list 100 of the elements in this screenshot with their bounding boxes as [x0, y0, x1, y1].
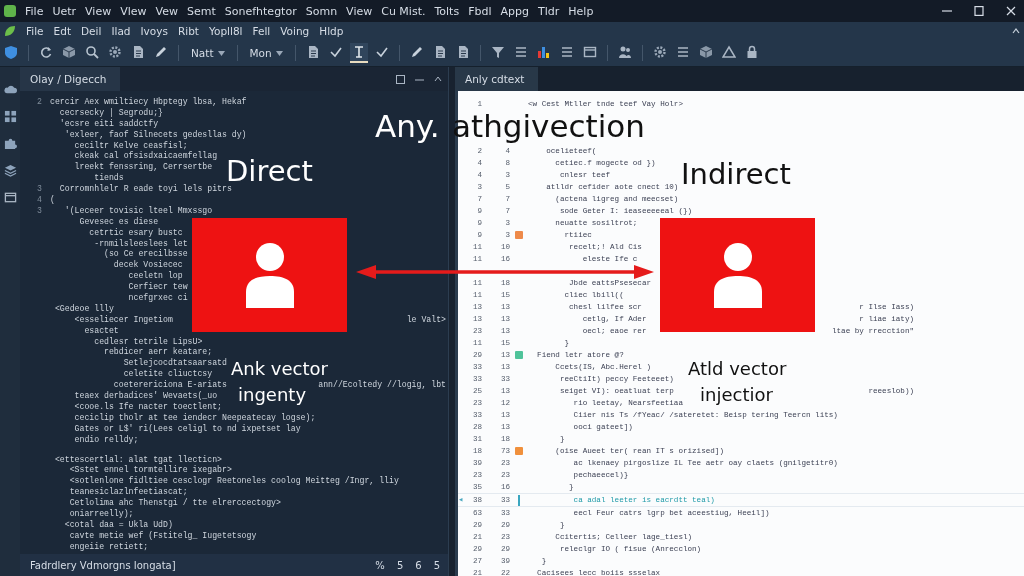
code-line: <cooe.ls Ife nacter toectlent; [73, 401, 222, 413]
bar-chart-icon[interactable] [536, 45, 551, 59]
list-icon[interactable] [559, 45, 574, 59]
code-line: tiends [93, 173, 124, 184]
cube-icon[interactable] [698, 45, 713, 59]
collapse-icon[interactable] [1012, 28, 1020, 34]
menu-item[interactable]: Cu Mist. [381, 4, 426, 18]
puzzle-icon[interactable] [3, 137, 17, 150]
menu-item[interactable]: Ilad [111, 25, 131, 37]
filter-icon[interactable] [490, 45, 505, 59]
code-line: ( [50, 195, 55, 206]
pencil-icon[interactable] [154, 45, 168, 59]
leaf-icon [4, 25, 16, 37]
menu-item[interactable]: Ribt [177, 25, 199, 37]
people-icon[interactable] [617, 45, 632, 59]
code-line: ceciltr Kelve ceasfisl; [73, 140, 188, 151]
window-icon[interactable] [582, 45, 597, 59]
checkmark-icon[interactable] [374, 45, 389, 59]
code-line: <sotlenlone fidltiee cesclogr Reetoneles coolog Meitteg /Ingr, lliy [68, 476, 399, 487]
status-text: Fadrdlery Vdmorgns Iongata] [30, 559, 176, 571]
editor-tab[interactable]: Olay / Digecch [20, 67, 121, 91]
node-caption: injectior [700, 384, 773, 405]
list-icon[interactable] [675, 45, 690, 59]
menu-item[interactable]: Ivoys [140, 25, 168, 37]
menu-item[interactable]: Somn [305, 4, 338, 18]
collapse-icon[interactable] [434, 76, 442, 82]
menu-item[interactable]: Hldp [319, 25, 344, 37]
layers-icon[interactable] [3, 164, 17, 177]
checkmark-icon[interactable] [328, 45, 343, 59]
code-line: <esseliecer Ingetiom [73, 314, 173, 326]
menu-item[interactable]: Vew [155, 4, 178, 18]
maximize-icon[interactable] [974, 6, 984, 16]
menu-item[interactable]: Fell [252, 25, 271, 37]
menu-item[interactable]: File [25, 4, 44, 18]
code-line: '(Leceer tovisic lteel Mmxssgo [63, 205, 213, 217]
diagram-heading: Any. [375, 108, 440, 144]
shield-icon[interactable] [4, 45, 18, 59]
code-line: ann//Ecoltedy //logig, lbt [318, 380, 446, 392]
status-indicator[interactable]: 5 [433, 559, 440, 571]
status-indicator[interactable]: 5 [396, 559, 404, 571]
code-line: ncefgrxec ci [127, 293, 188, 304]
menu-item[interactable]: Edt [53, 25, 71, 37]
menu-item[interactable]: Yopll8l [208, 25, 243, 37]
list-icon[interactable] [513, 45, 528, 59]
menu-item[interactable]: View [85, 4, 112, 18]
menu-item[interactable]: Tolts [434, 4, 460, 18]
menu-item[interactable]: Sonefhtegtor [224, 4, 297, 18]
menu-item[interactable]: View [346, 4, 373, 18]
status-indicator[interactable]: % [375, 559, 385, 571]
code-line: cavte metie wef (Fstitelg_ Iugetetsogy [68, 530, 257, 542]
menu-item[interactable]: Deil [81, 25, 102, 37]
code-line: Gevesec es diese [78, 216, 159, 228]
menu-item[interactable]: Appg [500, 4, 529, 18]
window-icon[interactable] [3, 191, 17, 204]
toolbar-dropdown[interactable]: Mon [245, 45, 287, 61]
refresh-icon[interactable] [39, 45, 53, 59]
code-line: <Gedeoe llly [53, 303, 114, 315]
menu-item[interactable]: Help [568, 4, 594, 18]
code-line: endio relldy; [73, 434, 139, 446]
menu-item[interactable]: Uetr [52, 4, 77, 18]
menu-item[interactable]: Fbdl [468, 4, 492, 18]
settings-icon[interactable] [108, 45, 122, 59]
grid-icon[interactable] [3, 110, 17, 123]
code-line: celetite cliuctcsy [122, 369, 213, 380]
settings-icon[interactable] [652, 45, 667, 59]
code-line: oniarreelly); [68, 508, 134, 520]
menu-item[interactable]: Voing [280, 25, 310, 37]
triangle-icon[interactable] [721, 45, 736, 59]
menu-item[interactable]: Vlew [120, 4, 147, 18]
code-line: teaex derbadices' Wevaets(_uo [73, 391, 218, 402]
code-line: <cotal daa = Ukla UdD) [63, 519, 173, 531]
menu-item[interactable]: Semt [187, 4, 216, 18]
pencil-icon[interactable] [409, 45, 424, 59]
code-line: (so Ce erecilbsse [103, 249, 188, 260]
code-line: Gates or L$' ri(Lees celigl to nd ixpetset lay [73, 423, 301, 435]
editor-tab[interactable]: Anly cdtext [455, 67, 539, 91]
code-line: cecrsecky | Segrodu;} [58, 107, 163, 119]
code-line: Corromnhlelr R eade toyi lels pitrs [58, 184, 232, 195]
status-indicator[interactable]: 6 [415, 559, 422, 571]
menu-item[interactable]: File [26, 25, 44, 37]
code-line: teanesiclazlnfeetiascat; [68, 487, 188, 498]
line-number: 2 [37, 97, 42, 106]
cloud-icon[interactable] [3, 83, 17, 96]
code-line: Cerfiecr tew [127, 282, 188, 293]
document-icon[interactable] [131, 45, 145, 59]
code-line: cetrtic esary bustc [88, 227, 183, 239]
cube-icon[interactable] [62, 45, 76, 59]
code-line: esactet [83, 325, 119, 337]
node-caption: Ank vector [231, 358, 328, 379]
node-label: Indirect [681, 157, 791, 191]
split-icon[interactable] [396, 74, 405, 84]
code-line: Setlejcocdtatsaarsatd [122, 358, 227, 369]
current-line-pointer: ◂ [458, 494, 464, 506]
search-icon[interactable] [85, 45, 99, 59]
close-icon[interactable] [1006, 6, 1016, 16]
menu-item[interactable]: Tldr [538, 4, 560, 18]
code-line: 'ecsre eiti saddctfy [58, 118, 159, 130]
line-number: 4 [37, 195, 42, 204]
caret-icon [275, 50, 283, 56]
toolbar-dropdown[interactable]: Natt [187, 45, 229, 61]
